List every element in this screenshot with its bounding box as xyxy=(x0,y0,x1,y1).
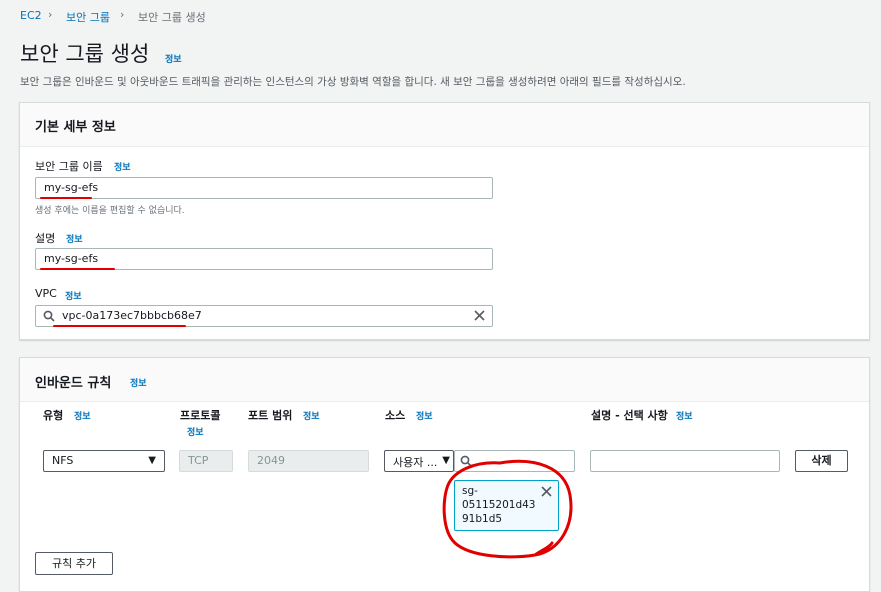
rule-type-select[interactable]: NFS ▼ xyxy=(43,450,165,472)
delete-rule-button[interactable]: 삭제 xyxy=(795,450,848,472)
rule-port-field: 2049 xyxy=(248,450,369,472)
vpc-info-link[interactable]: 정보 xyxy=(65,289,82,302)
sg-name-hint: 생성 후에는 이름을 편집할 수 없습니다. xyxy=(35,206,185,216)
chevron-right-icon: › xyxy=(48,8,53,21)
header-source: 소스 xyxy=(385,409,406,422)
vpc-value: vpc-0a173ec7bbbcb68e7 xyxy=(62,309,202,322)
rule-description-input[interactable] xyxy=(590,450,780,472)
breadcrumb-security-groups[interactable]: 보안 그룹 xyxy=(66,9,110,25)
header-description: 설명 - 선택 사항 xyxy=(591,409,668,422)
header-description-info[interactable]: 정보 xyxy=(676,409,693,422)
header-type: 유형 xyxy=(43,409,64,422)
caret-down-icon: ▼ xyxy=(148,455,156,466)
sg-name-info-link[interactable]: 정보 xyxy=(114,160,131,173)
header-port-range: 포트 범위 xyxy=(248,409,293,422)
page-info-link[interactable]: 정보 xyxy=(165,52,182,65)
description-label: 설명 xyxy=(35,232,56,245)
header-protocol-info[interactable]: 정보 xyxy=(187,425,204,438)
rule-type-value: NFS xyxy=(52,454,74,467)
chevron-right-icon: › xyxy=(120,8,125,21)
page-description: 보안 그룹은 인바운드 및 아웃바운드 트래픽을 관리하는 인스턴스의 가상 방… xyxy=(20,76,686,88)
breadcrumb-ec2[interactable]: EC2 xyxy=(20,9,42,22)
page-title: 보안 그룹 생성 xyxy=(20,42,150,66)
vpc-label: VPC xyxy=(35,287,57,300)
clear-icon[interactable] xyxy=(474,310,485,321)
inbound-rules-title: 인바운드 규칙 xyxy=(35,376,112,391)
breadcrumb-current: 보안 그룹 생성 xyxy=(138,11,206,24)
header-type-info[interactable]: 정보 xyxy=(74,409,91,422)
header-protocol: 프로토콜 xyxy=(180,409,221,422)
annotation-underline xyxy=(40,197,92,199)
rule-source-select-value: 사용자 ... xyxy=(393,456,438,469)
vpc-select[interactable]: vpc-0a173ec7bbbcb68e7 xyxy=(35,305,493,327)
inbound-info-link[interactable]: 정보 xyxy=(130,376,147,389)
annotation-underline xyxy=(53,325,186,327)
add-rule-button[interactable]: 규칙 추가 xyxy=(35,552,113,575)
sg-name-label: 보안 그룹 이름 xyxy=(35,160,103,173)
header-port-info[interactable]: 정보 xyxy=(303,409,320,422)
search-icon xyxy=(43,310,55,322)
header-source-info[interactable]: 정보 xyxy=(416,409,433,422)
description-input[interactable]: my-sg-efs xyxy=(35,248,493,270)
annotation-underline xyxy=(40,268,115,270)
sg-name-input[interactable]: my-sg-efs xyxy=(35,177,493,199)
basic-details-title: 기본 세부 정보 xyxy=(35,120,116,135)
annotation-circle xyxy=(442,459,573,559)
description-info-link[interactable]: 정보 xyxy=(66,232,83,245)
rule-protocol-field: TCP xyxy=(179,450,233,472)
